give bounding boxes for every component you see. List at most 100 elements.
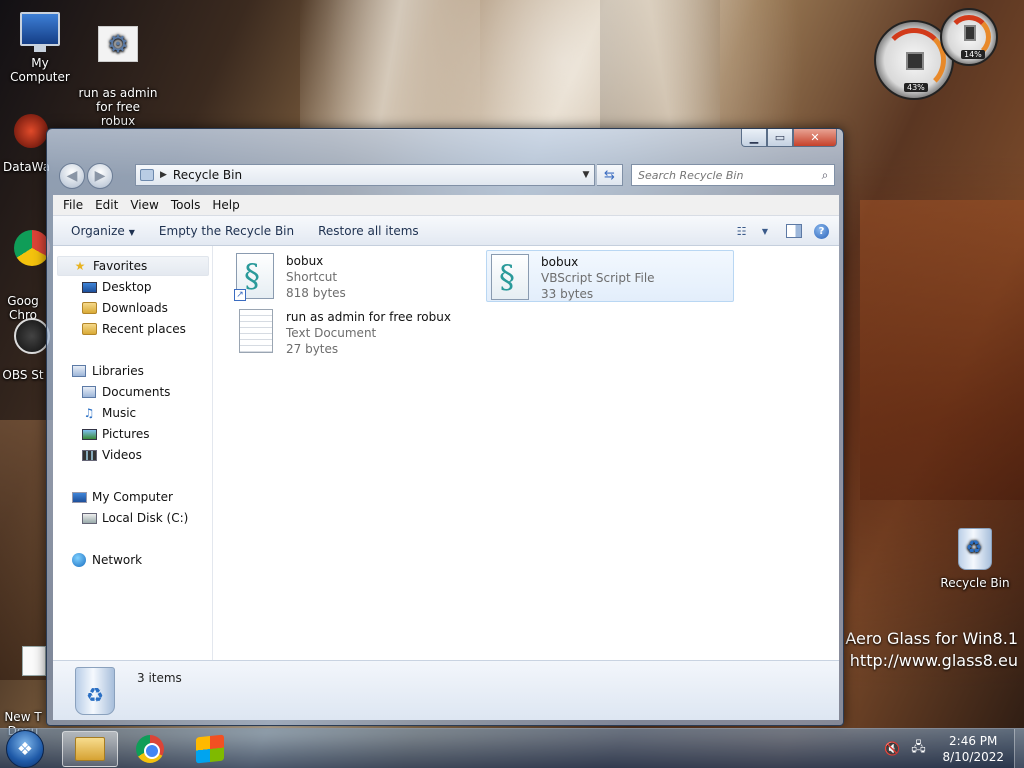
downloads-folder-icon bbox=[81, 301, 97, 315]
show-desktop-button[interactable] bbox=[1014, 729, 1024, 768]
recycle-bin-icon bbox=[958, 528, 992, 570]
menu-tools[interactable]: Tools bbox=[165, 198, 207, 212]
chrome-icon bbox=[14, 230, 50, 266]
file-name: bobux bbox=[541, 255, 579, 269]
network-icon[interactable]: 🖧 bbox=[910, 740, 926, 757]
minimize-button[interactable]: ▁ bbox=[741, 129, 767, 147]
music-note-icon: ♫ bbox=[83, 406, 95, 420]
clock[interactable]: 2:46 PM 8/10/2022 bbox=[942, 733, 1004, 765]
nav-label: Desktop bbox=[102, 280, 152, 294]
close-button[interactable]: ✕ bbox=[793, 129, 837, 147]
folder-icon bbox=[75, 737, 105, 761]
vbscript-file-icon bbox=[491, 254, 533, 300]
nav-videos[interactable]: Videos bbox=[81, 445, 142, 465]
help-icon[interactable]: ? bbox=[814, 223, 829, 239]
cpu-meter-gadget[interactable]: 43% 14% bbox=[874, 8, 1002, 102]
back-button[interactable]: ◀ bbox=[59, 163, 85, 189]
windows-flag-icon bbox=[196, 734, 224, 764]
desktop-icon-datawa[interactable]: DataWa bbox=[0, 114, 51, 174]
address-dropdown-icon[interactable]: ▼ bbox=[578, 170, 594, 180]
nav-local-disk[interactable]: Local Disk (C:) bbox=[81, 508, 188, 528]
nav-label: My Computer bbox=[92, 490, 173, 504]
nav-label: Network bbox=[92, 553, 143, 567]
network-globe-icon bbox=[71, 553, 87, 567]
nav-libraries[interactable]: Libraries bbox=[71, 361, 144, 381]
search-icon[interactable]: ⌕ bbox=[816, 168, 834, 183]
volume-muted-icon[interactable]: 🔇 bbox=[884, 741, 900, 757]
back-arrow-icon: ◀ bbox=[66, 168, 78, 184]
file-list[interactable]: ↗ bobux Shortcut 818 bytes bobux VBScrip… bbox=[214, 246, 839, 660]
desktop-icon-label: My Computer bbox=[10, 56, 70, 84]
libraries-icon bbox=[71, 364, 87, 378]
taskbar-chrome-button[interactable] bbox=[122, 731, 178, 767]
breadcrumb-chevron-icon[interactable]: ▶ bbox=[160, 170, 167, 180]
desktop-icon bbox=[81, 280, 97, 294]
forward-button[interactable]: ▶ bbox=[87, 163, 113, 189]
desktop-icon-recycle-bin[interactable]: Recycle Bin bbox=[936, 528, 1014, 590]
wallpaper-highlight bbox=[600, 0, 720, 130]
refresh-icon: ⇆ bbox=[604, 167, 615, 183]
desktop-icon-label: OBS St bbox=[2, 368, 44, 382]
file-size: 27 bytes bbox=[286, 342, 339, 356]
address-bar[interactable]: ▶ Recycle Bin ▼ bbox=[135, 164, 595, 186]
nav-recent-places[interactable]: Recent places bbox=[81, 319, 186, 339]
refresh-button[interactable]: ⇆ bbox=[597, 164, 623, 186]
navigation-bar: ◀ ▶ ▶ Recycle Bin ▼ ⇆ ⌕ bbox=[57, 161, 835, 189]
nav-pictures[interactable]: Pictures bbox=[81, 424, 150, 444]
desktop-icon-run-as-admin[interactable]: ⚙ run as admin for free robux bbox=[78, 12, 158, 142]
change-view-icon[interactable]: ☷ bbox=[732, 222, 750, 240]
nav-desktop[interactable]: Desktop bbox=[81, 277, 152, 297]
preview-pane-icon[interactable] bbox=[786, 224, 802, 238]
watermark-url: http://www.glass8.eu bbox=[849, 651, 1018, 670]
file-size: 818 bytes bbox=[286, 286, 346, 300]
desktop-icon-my-computer[interactable]: My Computer bbox=[0, 12, 80, 84]
file-name: bobux bbox=[286, 254, 324, 268]
navigation-pane[interactable]: ★ Favorites Desktop Downloads Recent plac… bbox=[53, 246, 213, 660]
chevron-down-icon: ▼ bbox=[128, 227, 135, 237]
desktop-icon-obs[interactable]: OBS St bbox=[0, 318, 50, 382]
empty-recycle-bin-button[interactable]: Empty the Recycle Bin bbox=[147, 224, 306, 238]
window-body: ★ Favorites Desktop Downloads Recent plac… bbox=[53, 246, 839, 660]
file-item-bobux-shortcut[interactable]: ↗ bobux Shortcut 818 bytes bbox=[232, 250, 472, 302]
desktop-icon-label: DataWa bbox=[3, 160, 51, 174]
menu-view[interactable]: View bbox=[124, 198, 164, 212]
search-box[interactable]: ⌕ bbox=[631, 164, 835, 186]
search-input[interactable] bbox=[638, 168, 816, 182]
nav-downloads[interactable]: Downloads bbox=[81, 298, 168, 318]
menu-edit[interactable]: Edit bbox=[89, 198, 124, 212]
menu-help[interactable]: Help bbox=[206, 198, 245, 212]
menu-file[interactable]: File bbox=[57, 198, 89, 212]
memory-gauge: 14% bbox=[940, 8, 998, 66]
command-bar: Organize ▼ Empty the Recycle Bin Restore … bbox=[53, 216, 839, 246]
wallpaper-highlight bbox=[300, 0, 480, 130]
restore-all-items-button[interactable]: Restore all items bbox=[306, 224, 431, 238]
watermark-title: Aero Glass for Win8.1 bbox=[845, 629, 1018, 648]
pictures-icon bbox=[81, 427, 97, 441]
file-item-run-as-admin[interactable]: run as admin for free robux Text Documen… bbox=[232, 306, 472, 358]
taskbar-windows-button[interactable] bbox=[182, 731, 238, 767]
nav-my-computer[interactable]: My Computer bbox=[71, 487, 173, 507]
settings-gear-icon: ⚙ bbox=[98, 26, 138, 62]
breadcrumb-recycle-bin[interactable]: Recycle Bin bbox=[173, 168, 578, 182]
nav-label: Pictures bbox=[102, 427, 150, 441]
clock-time: 2:46 PM bbox=[949, 734, 998, 748]
organize-button[interactable]: Organize ▼ bbox=[59, 224, 147, 238]
start-button[interactable]: ❖ bbox=[6, 730, 44, 768]
memory-usage-value: 14% bbox=[961, 50, 985, 59]
taskbar-explorer-button[interactable] bbox=[62, 731, 118, 767]
details-pane: 3 items bbox=[53, 660, 839, 720]
memory-chip-icon bbox=[964, 25, 976, 41]
nav-label: Music bbox=[102, 406, 137, 420]
nav-music[interactable]: ♫ Music bbox=[81, 403, 137, 423]
file-item-bobux-vbscript[interactable]: bobux VBScript Script File 33 bytes bbox=[486, 250, 734, 302]
nav-label: Videos bbox=[102, 448, 142, 462]
nav-favorites[interactable]: ★ Favorites bbox=[57, 256, 209, 276]
view-dropdown-icon[interactable]: ▼ bbox=[756, 222, 774, 240]
computer-icon bbox=[71, 490, 87, 504]
nav-documents[interactable]: Documents bbox=[81, 382, 170, 402]
maximize-button[interactable]: ▭ bbox=[767, 129, 793, 147]
nav-label: Local Disk (C:) bbox=[102, 511, 189, 525]
nav-label: Recent places bbox=[102, 322, 186, 336]
explorer-window[interactable]: ▁ ▭ ✕ ◀ ▶ ▶ Recycle Bin ▼ ⇆ ⌕ File Edit … bbox=[46, 128, 844, 726]
nav-network[interactable]: Network bbox=[71, 550, 142, 570]
